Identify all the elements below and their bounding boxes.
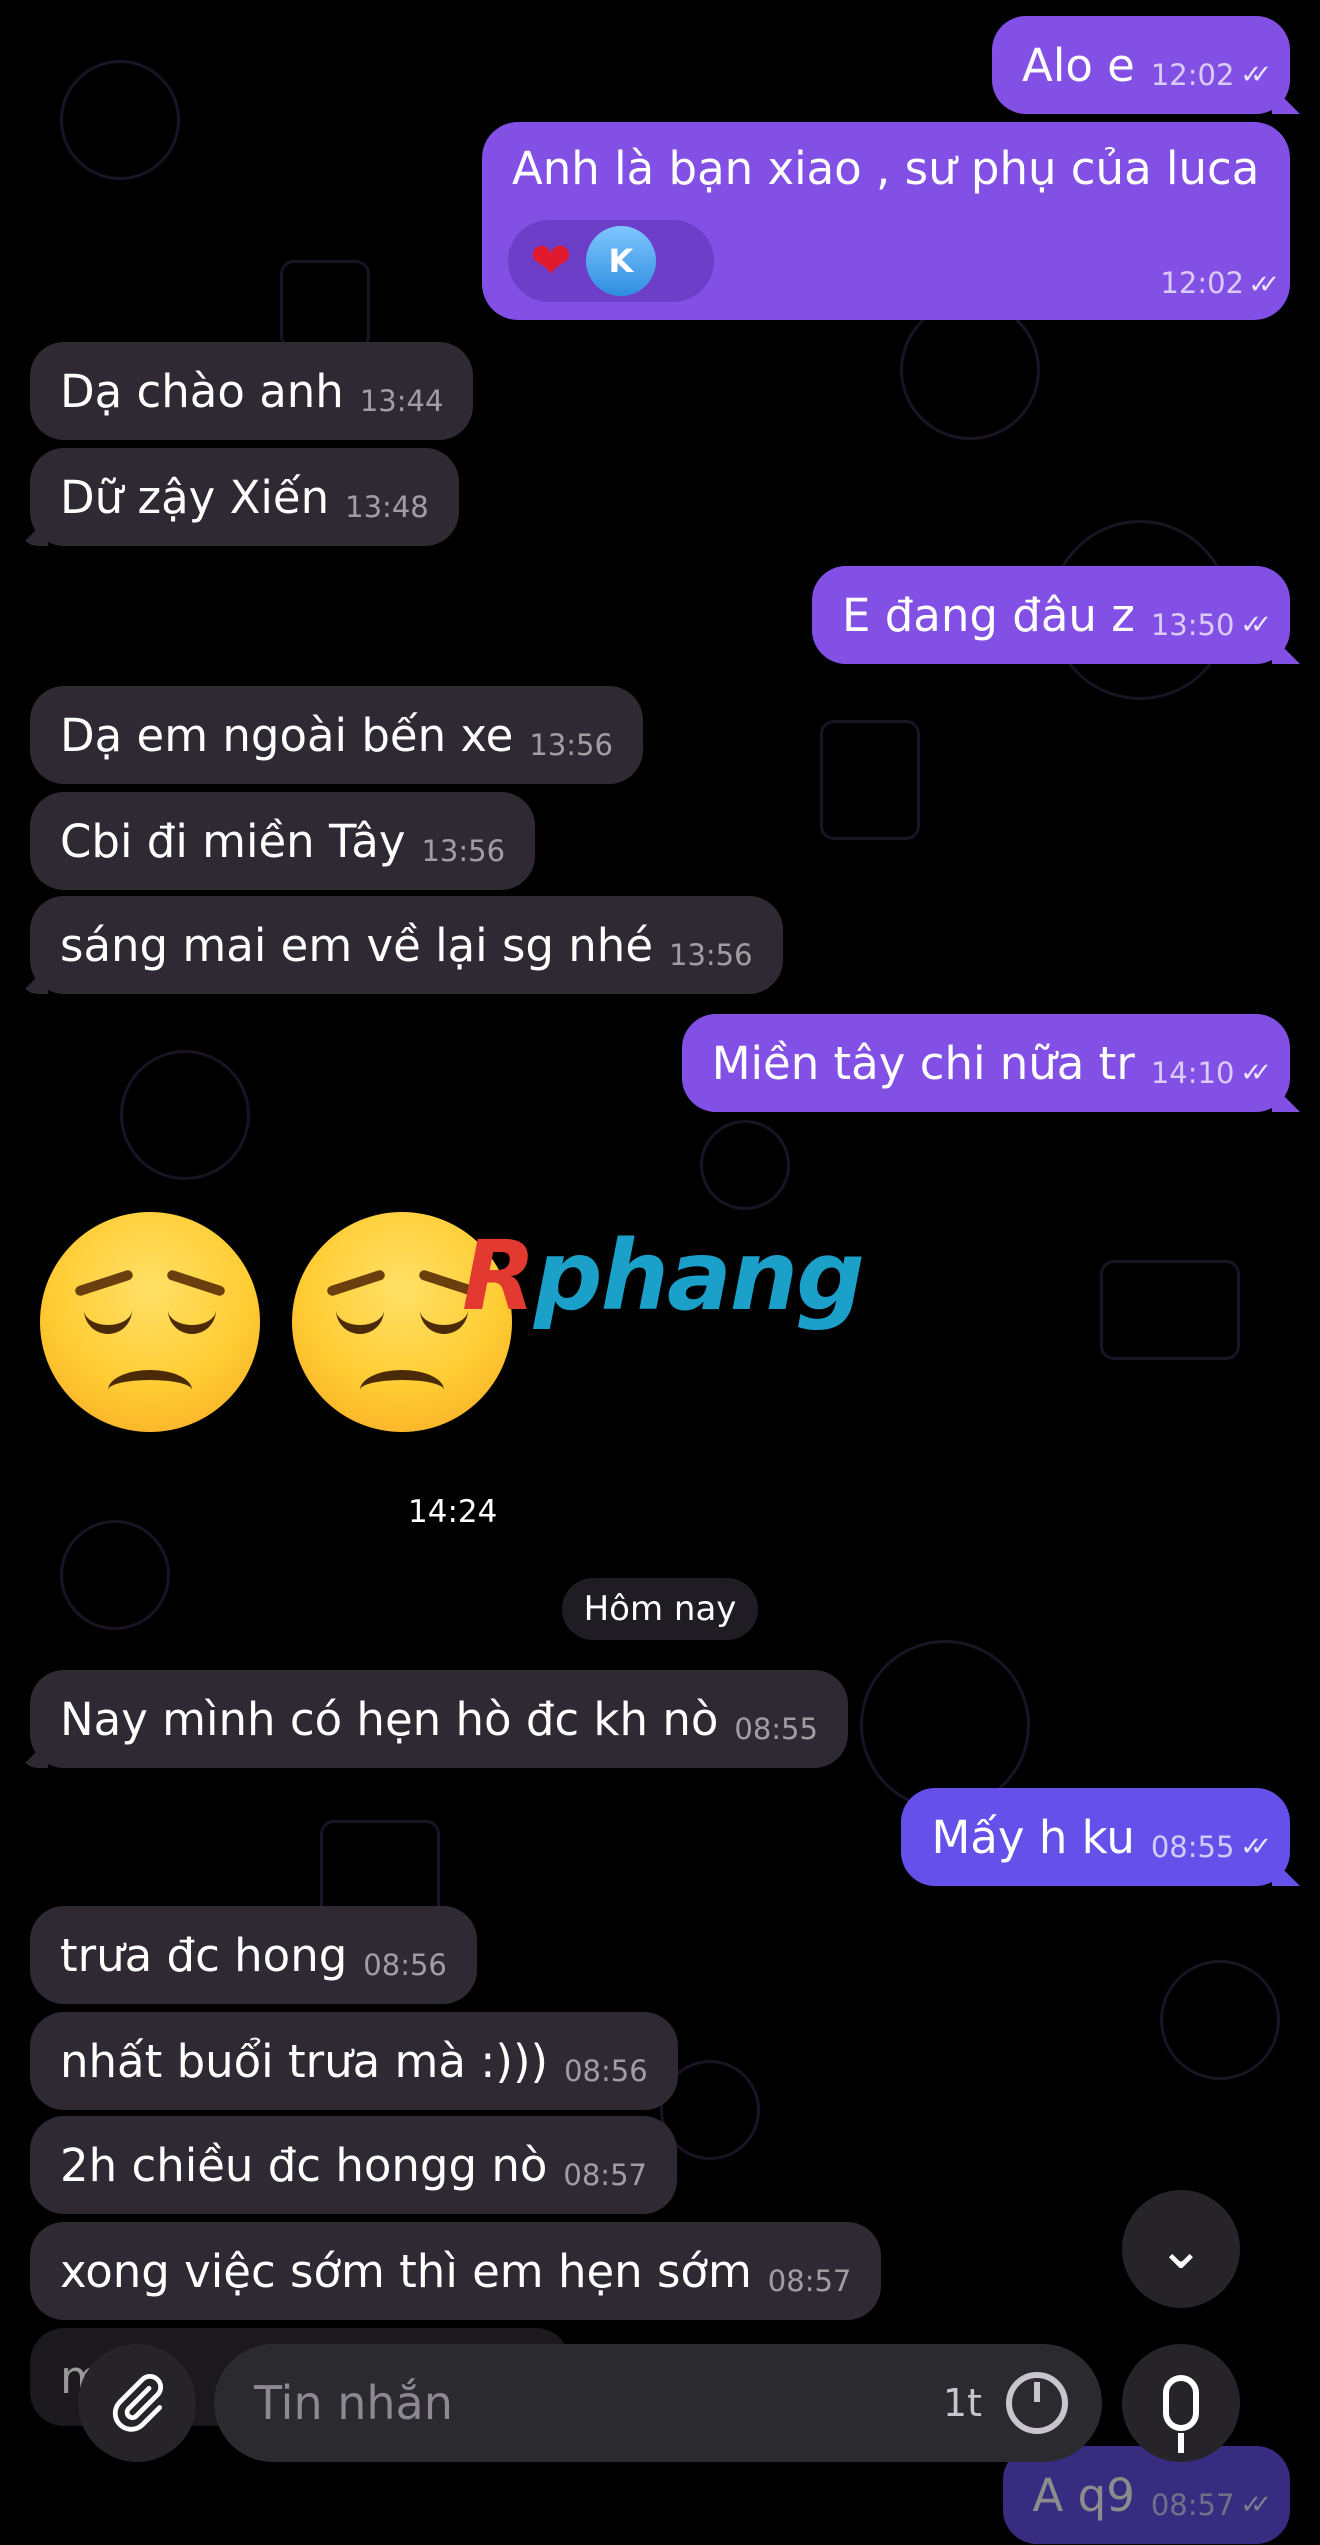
timer-label: 1t xyxy=(942,2381,982,2425)
chat-area[interactable]: Alo e 12:02 ✓✓ Anh là bạn xiao , sư phụ … xyxy=(0,0,1320,2545)
read-ticks-icon: ✓✓ xyxy=(1240,60,1271,90)
message-bubble-outgoing[interactable]: Alo e 12:02 ✓✓ xyxy=(992,16,1300,114)
read-ticks-icon: ✓✓ xyxy=(1240,2490,1271,2520)
heart-icon: ❤ xyxy=(530,232,572,290)
message-bubble-incoming[interactable]: trưa đc hong 08:56 xyxy=(30,1906,477,2004)
emoji-message-time: 14:24 xyxy=(408,1494,498,1530)
reaction-chip[interactable]: ❤ K xyxy=(508,220,714,302)
message-bubble-incoming[interactable]: Dạ em ngoài bến xe 13:56 xyxy=(30,686,643,784)
date-separator: Hôm nay xyxy=(562,1578,758,1640)
microphone-icon xyxy=(1163,2375,1199,2431)
microphone-button[interactable] xyxy=(1122,2344,1240,2462)
message-bubble-incoming[interactable]: 2h chiều đc hongg nò 08:57 xyxy=(30,2116,677,2214)
paperclip-icon xyxy=(112,2374,164,2432)
message-bubble-outgoing-reaction[interactable]: Anh là bạn xiao , sư phụ của luca ❤ K 12… xyxy=(482,122,1290,320)
timer-icon[interactable] xyxy=(1006,2372,1068,2434)
message-bubble-incoming[interactable]: Cbi đi miền Tây 13:56 xyxy=(30,792,536,890)
message-bubble-incoming[interactable]: sáng mai em về lại sg nhé 13:56 xyxy=(20,896,783,994)
disappointed-face-emoji xyxy=(40,1212,260,1432)
read-ticks-icon: ✓✓ xyxy=(1240,1058,1271,1088)
message-bubble-incoming[interactable]: nhất buổi trưa mà :))) 08:56 xyxy=(30,2012,678,2110)
avatar: K xyxy=(585,226,656,296)
message-bubble-incoming[interactable]: Dữ zậy Xiến 13:48 xyxy=(20,448,459,546)
message-input-placeholder: Tin nhắn xyxy=(254,2376,453,2430)
attach-button[interactable] xyxy=(78,2344,196,2462)
chevron-down-icon: ⌄ xyxy=(1157,2216,1205,2282)
watermark-logo: Rphang xyxy=(462,1220,865,1332)
message-bubble-outgoing[interactable]: E đang đâu z 13:50 ✓✓ xyxy=(811,566,1300,664)
message-bubble-outgoing[interactable]: Mấy h ku 08:55 ✓✓ xyxy=(901,1788,1300,1886)
message-bubble-outgoing[interactable]: Miền tây chi nữa tr 14:10 ✓✓ xyxy=(681,1014,1300,1112)
scroll-to-bottom-button[interactable]: ⌄ xyxy=(1122,2190,1240,2308)
message-bubble-incoming[interactable]: xong việc sớm thì em hẹn sớm 08:57 xyxy=(30,2222,882,2320)
message-bubble-incoming[interactable]: Dạ chào anh 13:44 xyxy=(30,342,474,440)
read-ticks-icon: ✓✓ xyxy=(1240,610,1271,640)
read-ticks-icon: ✓✓ xyxy=(1248,270,1279,300)
message-bubble-incoming[interactable]: Nay mình có hẹn hò đc kh nò 08:55 xyxy=(20,1670,848,1768)
message-input[interactable]: Tin nhắn 1t xyxy=(214,2344,1102,2462)
read-ticks-icon: ✓✓ xyxy=(1240,1832,1271,1862)
